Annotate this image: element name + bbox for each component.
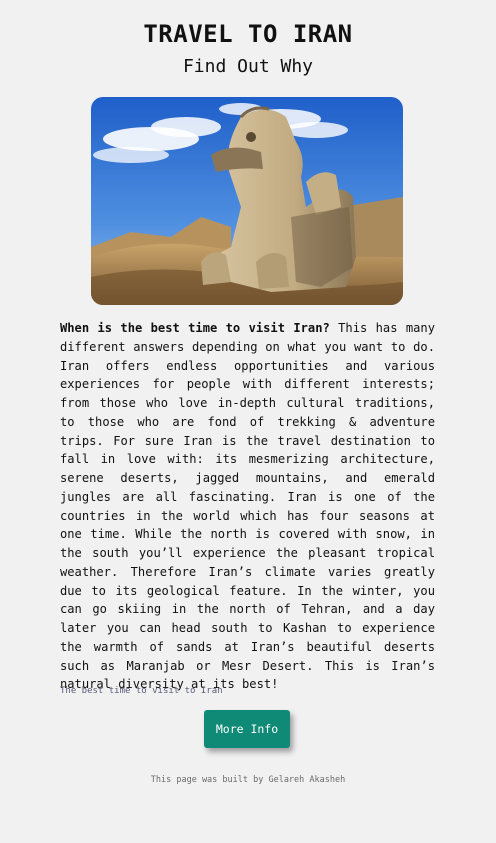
page-subtitle: Find Out Why (182, 56, 314, 77)
more-info-button[interactable]: More Info (204, 710, 290, 748)
article-lead: When is the best time to visit Iran? (60, 321, 330, 335)
hero-image (91, 97, 403, 305)
image-caption: The best time to visit to Iran (60, 686, 223, 696)
article-body: This has many different answers dependin… (60, 321, 435, 692)
footer: This page was built by Gelareh Akasheh (150, 775, 346, 785)
page: TRAVEL TO IRAN Find Out Why When is the … (0, 0, 496, 843)
article-text: When is the best time to visit Iran? Thi… (60, 319, 435, 694)
page-title: TRAVEL TO IRAN (143, 20, 353, 48)
persepolis-statue-icon (91, 97, 403, 305)
